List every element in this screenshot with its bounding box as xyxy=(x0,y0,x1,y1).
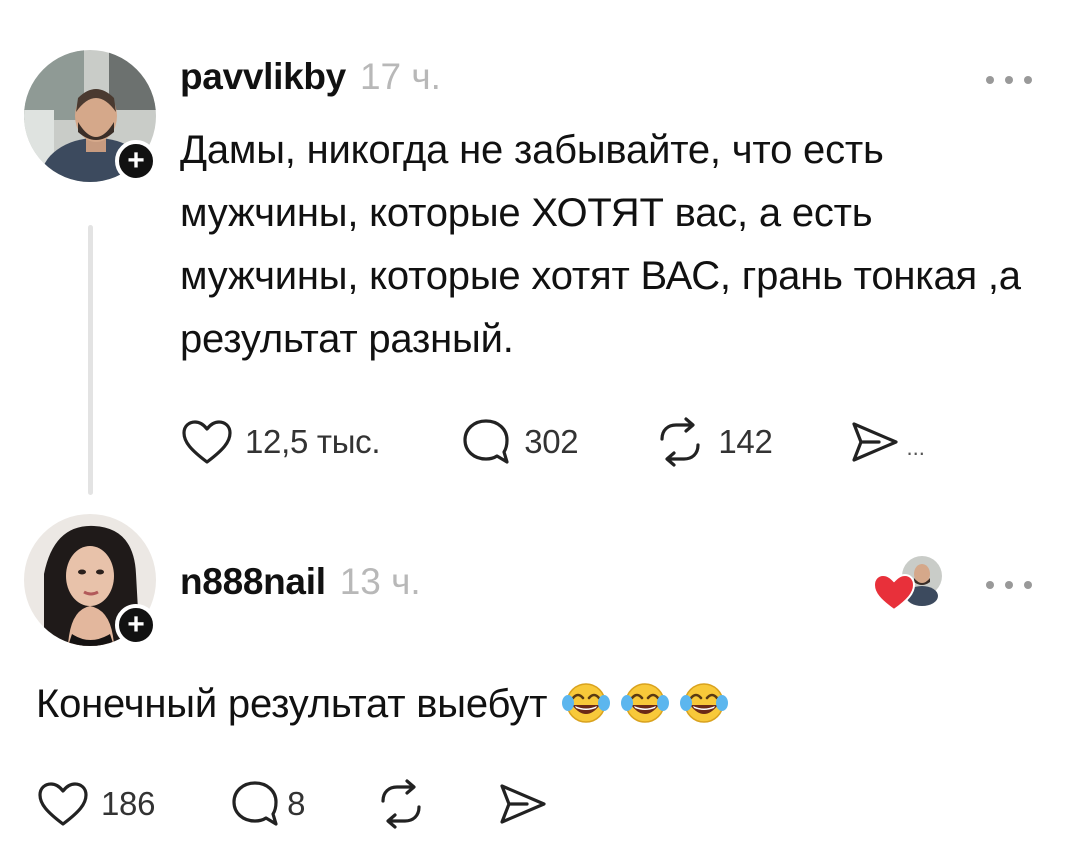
thread-line xyxy=(88,225,93,495)
heart-icon xyxy=(872,573,916,612)
repost-button[interactable] xyxy=(375,779,427,829)
dot-icon xyxy=(986,581,994,589)
comment-icon xyxy=(232,781,278,826)
post-text: Дамы, никогда не забывайте, что есть муж… xyxy=(180,128,1021,361)
post-time: 13 ч. xyxy=(339,561,421,602)
like-count: 186 xyxy=(101,785,156,822)
liked-by-author[interactable] xyxy=(872,552,944,616)
face-with-tears-of-joy-icon xyxy=(679,683,728,723)
share-button[interactable]: ... xyxy=(849,419,925,465)
post-time: 17 ч. xyxy=(359,56,441,97)
dot-icon xyxy=(1005,76,1013,84)
username[interactable]: n888nail xyxy=(180,561,326,603)
post-actions: 12,5 тыс. 302 142 ... xyxy=(181,417,925,467)
like-count: 12,5 тыс. xyxy=(245,423,381,460)
post-text-content: Конечный результат выебут xyxy=(36,682,548,726)
send-icon xyxy=(500,784,546,824)
send-icon xyxy=(851,422,898,462)
comment-count: 8 xyxy=(287,785,306,822)
post-actions: 186 8 xyxy=(37,779,549,829)
repost-icon xyxy=(660,417,700,467)
more-options-button[interactable] xyxy=(986,575,1032,595)
comment-count: 302 xyxy=(524,423,579,460)
face-with-tears-of-joy-icon xyxy=(621,683,670,723)
comment-icon xyxy=(463,419,509,464)
dot-icon xyxy=(1024,581,1032,589)
post-header: n888nail 13 ч. xyxy=(180,561,421,603)
dot-icon xyxy=(1005,581,1013,589)
face-with-tears-of-joy-icon xyxy=(562,683,611,723)
dot-icon xyxy=(1024,76,1032,84)
follow-plus-button[interactable]: + xyxy=(115,140,157,182)
comment-button[interactable]: 8 xyxy=(229,779,306,829)
post-pavvlikby: + pavvlikby 17 ч. Дамы, никогда не забыв… xyxy=(0,0,1080,500)
more-options-button[interactable] xyxy=(986,70,1032,90)
share-button[interactable] xyxy=(497,781,549,827)
username[interactable]: pavvlikby xyxy=(180,56,346,98)
repost-button[interactable]: 142 xyxy=(654,417,773,467)
post-header: pavvlikby 17 ч. xyxy=(180,56,441,98)
like-button[interactable]: 186 xyxy=(37,781,155,827)
share-more: ... xyxy=(906,435,925,460)
comment-button[interactable]: 302 xyxy=(460,417,579,467)
repost-count: 142 xyxy=(718,423,773,460)
dot-icon xyxy=(986,76,994,84)
repost-icon xyxy=(381,779,421,829)
heart-icon xyxy=(38,782,88,826)
post-n888nail: + n888nail 13 ч. Конечный результат выеб… xyxy=(0,500,1080,866)
post-text: Конечный результат выебут xyxy=(36,673,1036,736)
heart-icon xyxy=(182,420,232,464)
follow-plus-button[interactable]: + xyxy=(115,604,157,646)
like-button[interactable]: 12,5 тыс. xyxy=(181,419,381,465)
